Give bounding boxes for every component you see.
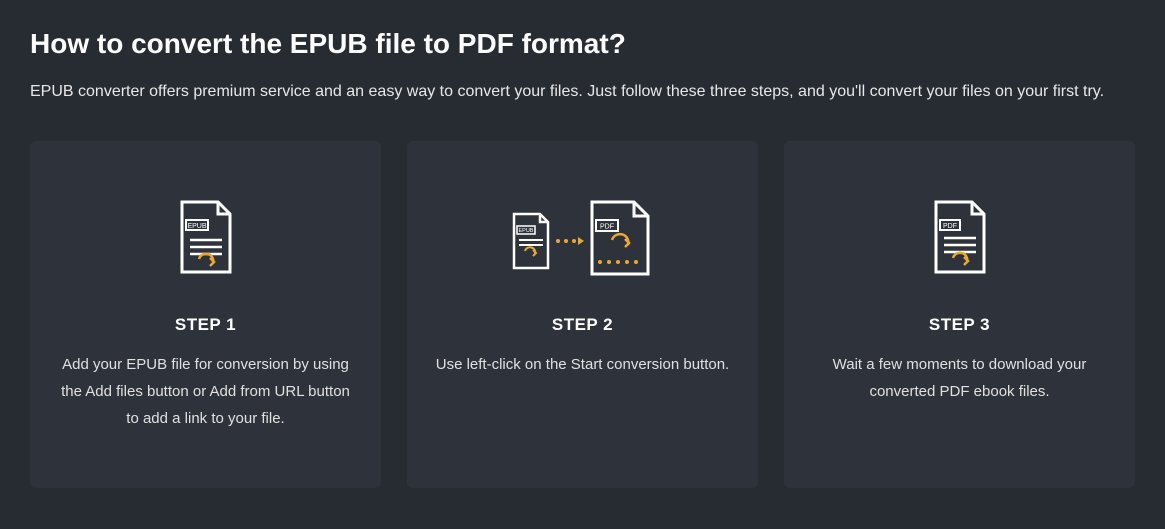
page-subheading: EPUB converter offers premium service an… xyxy=(30,78,1130,105)
epub-file-icon: EPUB xyxy=(176,193,236,283)
pdf-file-icon: PDF xyxy=(930,193,990,283)
svg-text:EPUB: EPUB xyxy=(518,228,533,234)
svg-text:PDF: PDF xyxy=(943,223,957,230)
step-title: STEP 1 xyxy=(175,315,236,335)
page-heading: How to convert the EPUB file to PDF form… xyxy=(30,28,1135,60)
step-description: Add your EPUB file for conversion by usi… xyxy=(58,351,353,432)
step-card: EPUB PDF xyxy=(407,141,758,488)
steps-container: EPUB STEP 1 Add your EPUB file for conve… xyxy=(30,141,1135,488)
svg-text:PDF: PDF xyxy=(600,224,614,231)
step-card: EPUB STEP 1 Add your EPUB file for conve… xyxy=(30,141,381,488)
step-title: STEP 3 xyxy=(929,315,990,335)
step-card: PDF STEP 3 Wait a few moments to downloa… xyxy=(784,141,1135,488)
epub-to-pdf-conversion-icon: EPUB PDF xyxy=(508,193,658,283)
step-description: Wait a few moments to download your conv… xyxy=(812,351,1107,405)
step-title: STEP 2 xyxy=(552,315,613,335)
step-description: Use left-click on the Start conversion b… xyxy=(436,351,729,378)
svg-text:EPUB: EPUB xyxy=(187,223,206,230)
